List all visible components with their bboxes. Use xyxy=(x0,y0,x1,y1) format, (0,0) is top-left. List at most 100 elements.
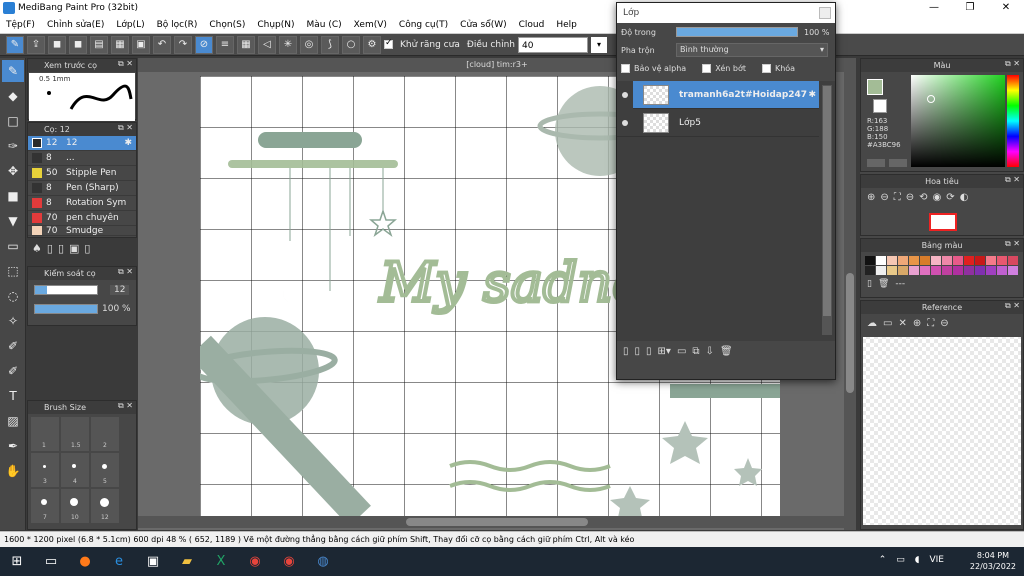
cloud-upload-icon[interactable]: ☁ xyxy=(867,318,877,329)
windows-start-icon[interactable]: ⊞ xyxy=(6,551,28,573)
menu-snap[interactable]: Chụp(N) xyxy=(251,20,300,30)
page-icon[interactable]: ▤ xyxy=(90,35,108,54)
network-icon[interactable]: ▭ xyxy=(896,555,905,565)
new-layer-icon[interactable]: ▯ xyxy=(623,346,629,357)
adjust-dropdown-icon[interactable]: ▾ xyxy=(590,36,607,53)
swatch[interactable] xyxy=(865,266,875,275)
vertical-scrollbar[interactable] xyxy=(844,58,856,530)
swatch[interactable] xyxy=(997,256,1007,265)
brush-item[interactable]: 50 Stipple Pen xyxy=(28,166,136,181)
layer-scroll-thumb[interactable] xyxy=(823,86,831,316)
hue-slider[interactable] xyxy=(1007,75,1019,167)
flip-icon[interactable]: ◐ xyxy=(960,192,969,203)
brush-item[interactable]: 8 Rotation Sym xyxy=(28,196,136,211)
medibang-icon[interactable]: ◍ xyxy=(312,551,334,573)
navigator-thumbnail[interactable] xyxy=(929,213,957,231)
menu-tools[interactable]: Công cụ(T) xyxy=(393,20,454,30)
rotate-right-icon[interactable]: ⟳ xyxy=(946,192,954,203)
brush-settings-icon[interactable]: ▯ xyxy=(84,242,90,255)
language-indicator[interactable]: VIE xyxy=(930,555,945,565)
menu-color[interactable]: Màu (C) xyxy=(301,20,348,30)
horizontal-scroll-thumb[interactable] xyxy=(406,518,588,526)
task-view-icon[interactable]: ▭ xyxy=(40,551,62,573)
rotate-left-icon[interactable]: ⟲ xyxy=(919,192,927,203)
brush-size-cell[interactable]: 12 xyxy=(91,489,119,523)
maximize-button[interactable]: ❐ xyxy=(952,0,988,16)
rect-tool-icon[interactable]: □ xyxy=(2,110,24,132)
swatch[interactable] xyxy=(931,256,941,265)
antialias-checkbox[interactable] xyxy=(384,38,393,49)
swatch[interactable] xyxy=(942,256,952,265)
swatch[interactable] xyxy=(887,266,897,275)
gear-icon[interactable]: ✱ xyxy=(808,90,816,100)
menu-edit[interactable]: Chỉnh sửa(E) xyxy=(41,20,110,30)
layer-visibility-icon[interactable] xyxy=(622,119,628,126)
reset-rotate-icon[interactable]: ◉ xyxy=(933,192,942,203)
fit-icon[interactable]: ⛶ xyxy=(894,192,901,203)
volume-icon[interactable]: ◖ xyxy=(915,555,920,565)
brush-size-cell[interactable]: 3 xyxy=(31,453,59,487)
circle-snap-icon[interactable]: ◎ xyxy=(300,35,318,54)
swatch[interactable] xyxy=(909,256,919,265)
swatch[interactable] xyxy=(975,256,985,265)
brush-item[interactable]: 12 12 ✱ xyxy=(28,136,136,151)
gear-icon[interactable]: ✱ xyxy=(124,138,132,148)
brush-item[interactable]: 70 Smudge xyxy=(28,226,136,236)
magic-wand-tool-icon[interactable]: ✧ xyxy=(2,310,24,332)
swatch[interactable] xyxy=(931,266,941,275)
delete-swatch-icon[interactable]: 🗑 xyxy=(878,279,889,289)
horizontal-scrollbar[interactable] xyxy=(138,516,856,528)
excel-icon[interactable]: X xyxy=(210,551,232,573)
swatch[interactable] xyxy=(986,266,996,275)
undo-icon[interactable]: ↶ xyxy=(153,35,171,54)
chrome-icon[interactable]: ◉ xyxy=(244,551,266,573)
vertical-scroll-thumb[interactable] xyxy=(846,273,854,393)
eyedropper-tool-icon[interactable]: ✒ xyxy=(2,435,24,457)
select-eraser-tool-icon[interactable]: ✐ xyxy=(2,360,24,382)
new-halftone-layer-icon[interactable]: ▯ xyxy=(635,346,641,357)
brush-size-cell[interactable]: 2 xyxy=(91,417,119,451)
select-tool-icon[interactable]: ⬚ xyxy=(2,260,24,282)
share-icon[interactable]: ⇪ xyxy=(27,35,45,54)
add-brush-icon[interactable]: ♠ xyxy=(32,242,42,255)
fill-rect-tool-icon[interactable]: ■ xyxy=(2,185,24,207)
open-folder-icon[interactable]: ▭ xyxy=(883,318,892,329)
view-icon[interactable]: ▣ xyxy=(132,35,150,54)
brush-item[interactable]: 8 Pen (Sharp) xyxy=(28,181,136,196)
brush-settings-icon[interactable]: ✎ xyxy=(6,35,24,54)
eraser-tool-icon[interactable]: ◆ xyxy=(2,85,24,107)
swatch[interactable] xyxy=(964,266,974,275)
lock-checkbox[interactable] xyxy=(761,63,771,73)
layer-opacity-slider[interactable] xyxy=(676,27,798,37)
brush-tool-icon[interactable]: ✎ xyxy=(2,60,24,82)
close-icon[interactable]: ✕ xyxy=(898,318,906,329)
swatch[interactable] xyxy=(964,256,974,265)
swatch[interactable] xyxy=(876,256,886,265)
redo-icon[interactable]: ↷ xyxy=(174,35,192,54)
swatch[interactable] xyxy=(920,256,930,265)
duplicate-layer-icon[interactable]: ⧉ xyxy=(692,346,699,357)
add-swatch-icon[interactable]: ▯ xyxy=(867,279,872,289)
menu-filter[interactable]: Bộ lọc(R) xyxy=(151,20,204,30)
clipping-checkbox[interactable] xyxy=(702,63,712,73)
brush-size-cell[interactable]: 1 xyxy=(31,417,59,451)
swatch[interactable] xyxy=(953,256,963,265)
snap-settings-icon[interactable]: ⚙ xyxy=(363,35,381,54)
brush-menu-icon[interactable]: ▣ xyxy=(69,242,79,255)
layer-item[interactable]: Lớp5 xyxy=(617,109,819,137)
swatch[interactable] xyxy=(975,266,985,275)
swatch[interactable] xyxy=(1008,256,1018,265)
secondary-color-swatch[interactable] xyxy=(873,99,887,113)
radial-snap-icon[interactable]: ✳ xyxy=(279,35,297,54)
gradient-tool-icon[interactable]: ▭ xyxy=(2,235,24,257)
firefox-icon[interactable]: ● xyxy=(74,551,96,573)
divide-tool-icon[interactable]: ▨ xyxy=(2,410,24,432)
menu-select[interactable]: Chọn(S) xyxy=(203,20,251,30)
brush-size-cell[interactable]: 5 xyxy=(91,453,119,487)
zoom-in-icon[interactable]: ⊕ xyxy=(867,192,875,203)
text-tool-icon[interactable]: T xyxy=(2,385,24,407)
swatch[interactable] xyxy=(909,266,919,275)
layer-blend-select[interactable]: Bình thường ▾ xyxy=(676,43,828,57)
merge-layer-icon[interactable]: ⇩ xyxy=(706,346,714,357)
new-8bit-layer-icon[interactable]: ▯ xyxy=(646,346,652,357)
